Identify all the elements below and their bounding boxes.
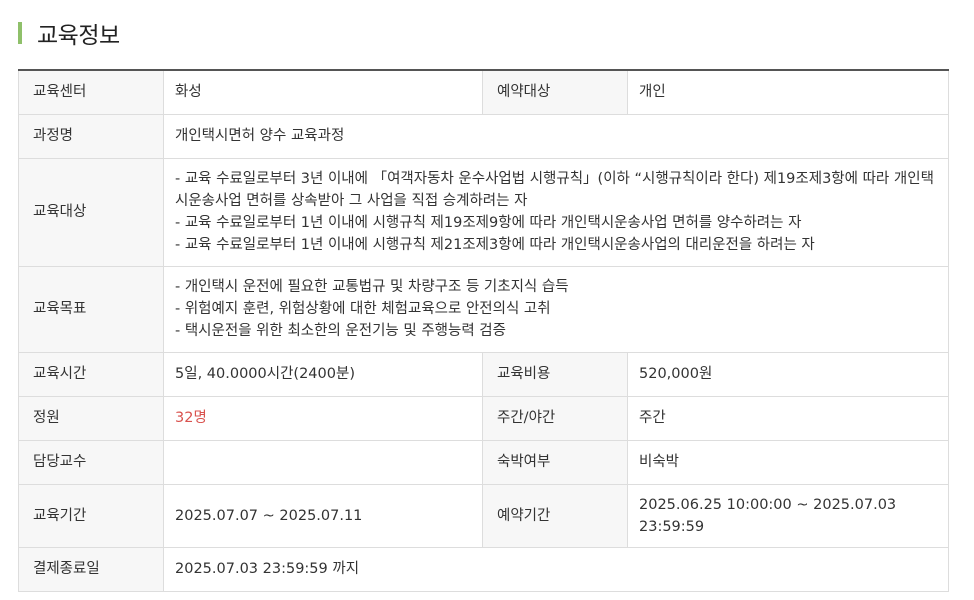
eligibility-line: - 교육 수료일로부터 1년 이내에 시행규칙 제19조제9항에 따라 개인택시… [175,215,802,231]
period-value: 2025.07.07 ~ 2025.07.11 [163,483,483,548]
day-night-label: 주간/야간 [482,395,628,441]
table-row: 교육기간 2025.07.07 ~ 2025.07.11 예약기간 2025.0… [18,483,949,548]
course-value: 개인택시면허 양수 교육과정 [163,113,949,159]
page-title: 교육정보 [37,23,120,49]
hours-value: 5일, 40.0000시간(2400분) [163,351,483,397]
booking-period-line: 2025.06.25 10:00:00 ~ 2025.07.03 [639,496,897,513]
payment-deadline-value: 2025.07.03 23:59:59 까지 [163,546,949,592]
table-row: 교육시간 5일, 40.0000시간(2400분) 교육비용 520,000원 [18,351,949,397]
goal-line: - 택시운전을 위한 최소한의 운전기능 및 주행능력 검증 [175,323,506,339]
course-label: 과정명 [18,113,164,159]
fee-value: 520,000원 [627,351,949,397]
table-row: 정원 32명 주간/야간 주간 [18,395,949,441]
goals-label: 교육목표 [18,265,164,353]
hours-label: 교육시간 [18,351,164,397]
goals-value: - 개인택시 운전에 필요한 교통법규 및 차량구조 등 기초지식 습득 - 위… [163,265,949,353]
payment-deadline-label: 결제종료일 [18,546,164,592]
title-accent-bar [18,22,22,44]
instructor-value [163,439,483,485]
fee-label: 교육비용 [482,351,628,397]
goal-line: - 위험예지 훈련, 위험상황에 대한 체험교육으로 안전의식 고취 [175,301,551,317]
goal-line: - 개인택시 운전에 필요한 교통법규 및 차량구조 등 기초지식 습득 [175,279,569,295]
center-value: 화성 [163,70,483,115]
eligibility-line: 시운송사업 면허를 상속받아 그 사업을 직접 승계하려는 자 [175,193,528,209]
center-label: 교육센터 [18,70,164,115]
table-row: 결제종료일 2025.07.03 23:59:59 까지 [18,546,949,592]
table-row: 담당교수 숙박여부 비숙박 [18,439,949,485]
booking-period-line: 23:59:59 [639,518,705,535]
section-header: 교육정보 [18,19,120,49]
table-row: 과정명 개인택시면허 양수 교육과정 [18,113,949,159]
lodging-value: 비숙박 [627,439,949,485]
eligibility-line: - 교육 수료일로부터 1년 이내에 시행규칙 제21조제3항에 따라 개인택시… [175,237,815,253]
education-info-table: 교육센터 화성 예약대상 개인 과정명 개인택시면허 양수 교육과정 교육대상 … [18,69,949,592]
booking-period-label: 예약기간 [482,483,628,548]
period-label: 교육기간 [18,483,164,548]
eligibility-value: - 교육 수료일로부터 3년 이내에 「여객자동차 운수사업법 시행규칙」(이하… [163,157,949,267]
eligibility-label: 교육대상 [18,157,164,267]
target-group-label: 예약대상 [482,70,628,115]
day-night-value: 주간 [627,395,949,441]
table-row: 교육대상 - 교육 수료일로부터 3년 이내에 「여객자동차 운수사업법 시행규… [18,157,949,267]
capacity-value: 32명 [163,395,483,441]
eligibility-line: - 교육 수료일로부터 3년 이내에 「여객자동차 운수사업법 시행규칙」(이하… [175,171,934,187]
instructor-label: 담당교수 [18,439,164,485]
table-row: 교육목표 - 개인택시 운전에 필요한 교통법규 및 차량구조 등 기초지식 습… [18,265,949,353]
table-row: 교육센터 화성 예약대상 개인 [18,70,949,115]
capacity-label: 정원 [18,395,164,441]
lodging-label: 숙박여부 [482,439,628,485]
target-group-value: 개인 [627,70,949,115]
booking-period-value: 2025.06.25 10:00:00 ~ 2025.07.03 23:59:5… [627,483,949,548]
